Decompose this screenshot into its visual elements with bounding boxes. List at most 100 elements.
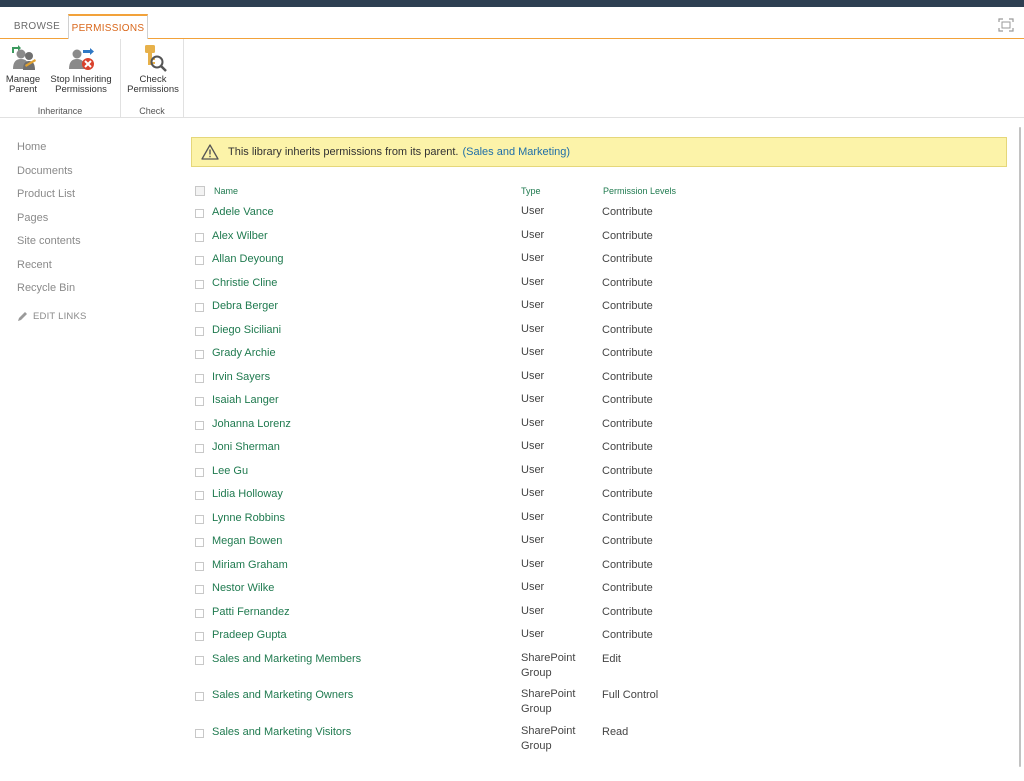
row-checkbox[interactable]: [195, 350, 204, 359]
row-checkbox[interactable]: [195, 420, 204, 430]
table-row[interactable]: Nestor Wilke User Contribute: [194, 577, 994, 601]
principal-name-link[interactable]: Lidia Holloway: [212, 488, 283, 500]
manage-parent-button[interactable]: Manage Parent: [3, 43, 43, 95]
principal-name-link[interactable]: Christie Cline: [212, 277, 277, 289]
table-row[interactable]: Sales and Marketing Members SharePoint Gr…: [194, 648, 994, 685]
table-row[interactable]: Johanna Lorenz User Contribute: [194, 413, 994, 437]
table-row[interactable]: Joni Sherman User Contribute: [194, 436, 994, 460]
row-checkbox[interactable]: [195, 632, 204, 641]
principal-name-link[interactable]: Adele Vance: [212, 206, 274, 218]
table-row[interactable]: Adele Vance User Contribute: [194, 201, 994, 225]
table-row[interactable]: Alex Wilber User Contribute: [194, 225, 994, 249]
table-row[interactable]: Debra Berger User Contribute: [194, 295, 994, 319]
table-row[interactable]: Allan Deyoung User Contribute: [194, 248, 994, 272]
principal-name-link[interactable]: Sales and Marketing Visitors: [212, 726, 351, 738]
select-all-checkbox[interactable]: [195, 186, 205, 196]
row-checkbox[interactable]: [195, 514, 204, 524]
principal-name-link[interactable]: Joni Sherman: [212, 441, 280, 453]
nav-item-recycle-bin[interactable]: Recycle Bin: [17, 279, 167, 303]
principal-type: User: [521, 299, 545, 311]
row-checkbox[interactable]: [195, 373, 204, 383]
nav-item-documents[interactable]: Documents: [17, 162, 167, 186]
table-row[interactable]: Lidia Holloway User Contribute: [194, 483, 994, 507]
table-row[interactable]: Grady Archie User Contribute: [194, 342, 994, 366]
permission-level: Contribute: [602, 441, 653, 453]
principal-name-link[interactable]: Lynne Robbins: [212, 512, 285, 524]
table-row[interactable]: Patti Fernandez User Contribute: [194, 601, 994, 625]
column-header-permission-levels[interactable]: Permission Levels: [603, 186, 676, 196]
table-row[interactable]: Lee Gu User Contribute: [194, 460, 994, 484]
principal-name-link[interactable]: Megan Bowen: [212, 535, 282, 547]
row-checkbox[interactable]: [195, 561, 204, 571]
pencil-icon: [18, 311, 27, 321]
row-checkbox[interactable]: [195, 608, 204, 618]
principal-name-link[interactable]: Grady Archie: [212, 347, 276, 359]
row-checkbox[interactable]: [195, 692, 204, 701]
principal-name-link[interactable]: Pradeep Gupta: [212, 629, 287, 641]
row-checkbox[interactable]: [195, 232, 204, 242]
nav-item-pages[interactable]: Pages: [17, 209, 167, 233]
row-checkbox[interactable]: [195, 397, 204, 406]
vertical-scrollbar[interactable]: [1019, 127, 1021, 767]
principal-name-link[interactable]: Johanna Lorenz: [212, 418, 291, 430]
principal-name-link[interactable]: Irvin Sayers: [212, 371, 270, 383]
row-checkbox[interactable]: [195, 467, 204, 477]
row-checkbox[interactable]: [195, 444, 204, 453]
stop-inheriting-permissions-button[interactable]: Stop Inheriting Permissions: [45, 43, 117, 95]
principal-name-link[interactable]: Nestor Wilke: [212, 582, 274, 594]
ribbon-group-label-check: Check: [139, 106, 165, 116]
principal-type: User: [521, 628, 545, 640]
principal-name-link[interactable]: Alex Wilber: [212, 230, 268, 242]
column-header-type[interactable]: Type: [521, 186, 541, 196]
table-row[interactable]: Pradeep Gupta User Contribute: [194, 624, 994, 648]
nav-item-home[interactable]: Home: [17, 138, 167, 162]
check-permissions-button[interactable]: Check Permissions: [123, 43, 183, 95]
principal-type: User: [521, 369, 545, 382]
row-checkbox[interactable]: [195, 655, 204, 665]
principal-name-link[interactable]: Isaiah Langer: [212, 394, 279, 406]
principal-name-link[interactable]: Allan Deyoung: [212, 253, 284, 265]
table-row[interactable]: Megan Bowen User Contribute: [194, 530, 994, 554]
table-row[interactable]: Irvin Sayers User Contribute: [194, 366, 994, 390]
parent-site-link[interactable]: (Sales and Marketing): [462, 146, 570, 158]
table-row[interactable]: Sales and Marketing Visitors SharePoint G…: [194, 721, 994, 758]
row-checkbox[interactable]: [195, 303, 204, 312]
table-row[interactable]: Miriam Graham User Contribute: [194, 554, 994, 578]
principal-name-link[interactable]: Sales and Marketing Owners: [212, 689, 353, 701]
tab-permissions[interactable]: PERMISSIONS: [68, 14, 148, 40]
principal-name-link[interactable]: Miriam Graham: [212, 559, 288, 571]
principal-type: User: [521, 510, 545, 523]
nav-item-recent[interactable]: Recent: [17, 256, 167, 280]
row-checkbox[interactable]: [195, 256, 204, 265]
nav-item-product-list[interactable]: Product List: [17, 185, 167, 209]
table-row[interactable]: Christie Cline User Contribute: [194, 272, 994, 296]
nav-item-site-contents[interactable]: Site contents: [17, 232, 167, 256]
permission-level: Contribute: [602, 511, 653, 524]
principal-type: User: [521, 487, 545, 499]
principal-name-link[interactable]: Diego Siciliani: [212, 324, 281, 336]
principal-name-link[interactable]: Sales and Marketing Members: [212, 653, 361, 665]
banner-message: This library inherits permissions from i…: [228, 146, 459, 158]
principal-name-link[interactable]: Patti Fernandez: [212, 606, 290, 618]
principal-type: SharePoint Group: [521, 688, 576, 715]
table-row[interactable]: Diego Siciliani User Contribute: [194, 319, 994, 343]
focus-mode-icon[interactable]: [998, 18, 1014, 32]
table-row[interactable]: Sales and Marketing Owners SharePoint Gro…: [194, 684, 994, 721]
permission-level: Contribute: [602, 206, 653, 218]
table-row[interactable]: Isaiah Langer User Contribute: [194, 389, 994, 413]
manage-parent-label-2: Parent: [9, 84, 37, 95]
tab-browse[interactable]: BROWSE: [8, 14, 66, 39]
row-checkbox[interactable]: [195, 279, 204, 289]
principal-name-link[interactable]: Lee Gu: [212, 465, 248, 477]
row-checkbox[interactable]: [195, 585, 204, 594]
row-checkbox[interactable]: [195, 326, 204, 336]
row-checkbox[interactable]: [195, 728, 204, 738]
row-checkbox[interactable]: [195, 209, 204, 218]
row-checkbox[interactable]: [195, 491, 204, 500]
row-checkbox[interactable]: [195, 538, 204, 547]
table-row[interactable]: Lynne Robbins User Contribute: [194, 507, 994, 531]
principal-name-link[interactable]: Debra Berger: [212, 300, 278, 312]
column-header-name[interactable]: Name: [214, 186, 238, 196]
check-permissions-icon: [145, 45, 167, 72]
edit-links-button[interactable]: EDIT LINKS: [17, 311, 167, 322]
